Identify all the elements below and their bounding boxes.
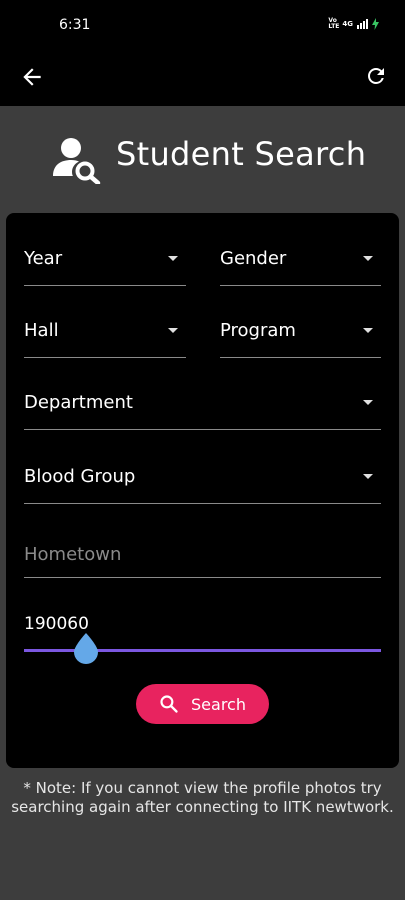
network-note: * Note: If you cannot view the profile p… xyxy=(11,779,394,816)
slider-value: 190060 xyxy=(24,614,89,634)
signal-icon xyxy=(357,19,368,29)
status-time: 6:31 xyxy=(59,17,91,33)
department-dropdown-label: Department xyxy=(24,392,133,413)
refresh-icon[interactable] xyxy=(364,64,388,88)
slider-thumb[interactable] xyxy=(73,632,99,664)
year-dropdown[interactable]: Year xyxy=(24,213,186,286)
volte-indicator: Vo LTE xyxy=(328,17,340,30)
network-type: 4G xyxy=(342,20,353,28)
chevron-down-icon xyxy=(363,256,373,261)
program-dropdown-label: Program xyxy=(220,320,296,341)
search-button-label: Search xyxy=(191,694,246,714)
year-dropdown-label: Year xyxy=(24,248,63,269)
arrow-back-icon[interactable] xyxy=(19,64,45,90)
person-search-icon xyxy=(53,138,101,184)
department-dropdown[interactable]: Department xyxy=(24,357,381,430)
app-bar xyxy=(0,48,405,106)
chevron-down-icon xyxy=(363,400,373,405)
gender-dropdown-label: Gender xyxy=(220,248,287,269)
status-icons: Vo LTE 4G xyxy=(328,18,379,30)
chevron-down-icon xyxy=(168,328,178,333)
blood-group-dropdown-label: Blood Group xyxy=(24,466,136,487)
chevron-down-icon xyxy=(363,328,373,333)
chevron-down-icon xyxy=(168,256,178,261)
hall-dropdown[interactable]: Hall xyxy=(24,285,186,358)
hall-dropdown-label: Hall xyxy=(24,320,59,341)
hometown-input[interactable] xyxy=(24,531,381,578)
page-title: Student Search xyxy=(116,135,367,173)
gender-dropdown[interactable]: Gender xyxy=(220,213,381,286)
chevron-down-icon xyxy=(363,474,373,479)
battery-charging-icon xyxy=(372,18,379,30)
blood-group-dropdown[interactable]: Blood Group xyxy=(24,429,381,504)
search-icon xyxy=(160,695,178,713)
program-dropdown[interactable]: Program xyxy=(220,285,381,358)
search-form-card: Year Gender Hall Program Department Bloo… xyxy=(6,213,399,768)
search-button[interactable]: Search xyxy=(136,684,269,724)
status-bar: 6:31 Vo LTE 4G xyxy=(0,0,405,48)
